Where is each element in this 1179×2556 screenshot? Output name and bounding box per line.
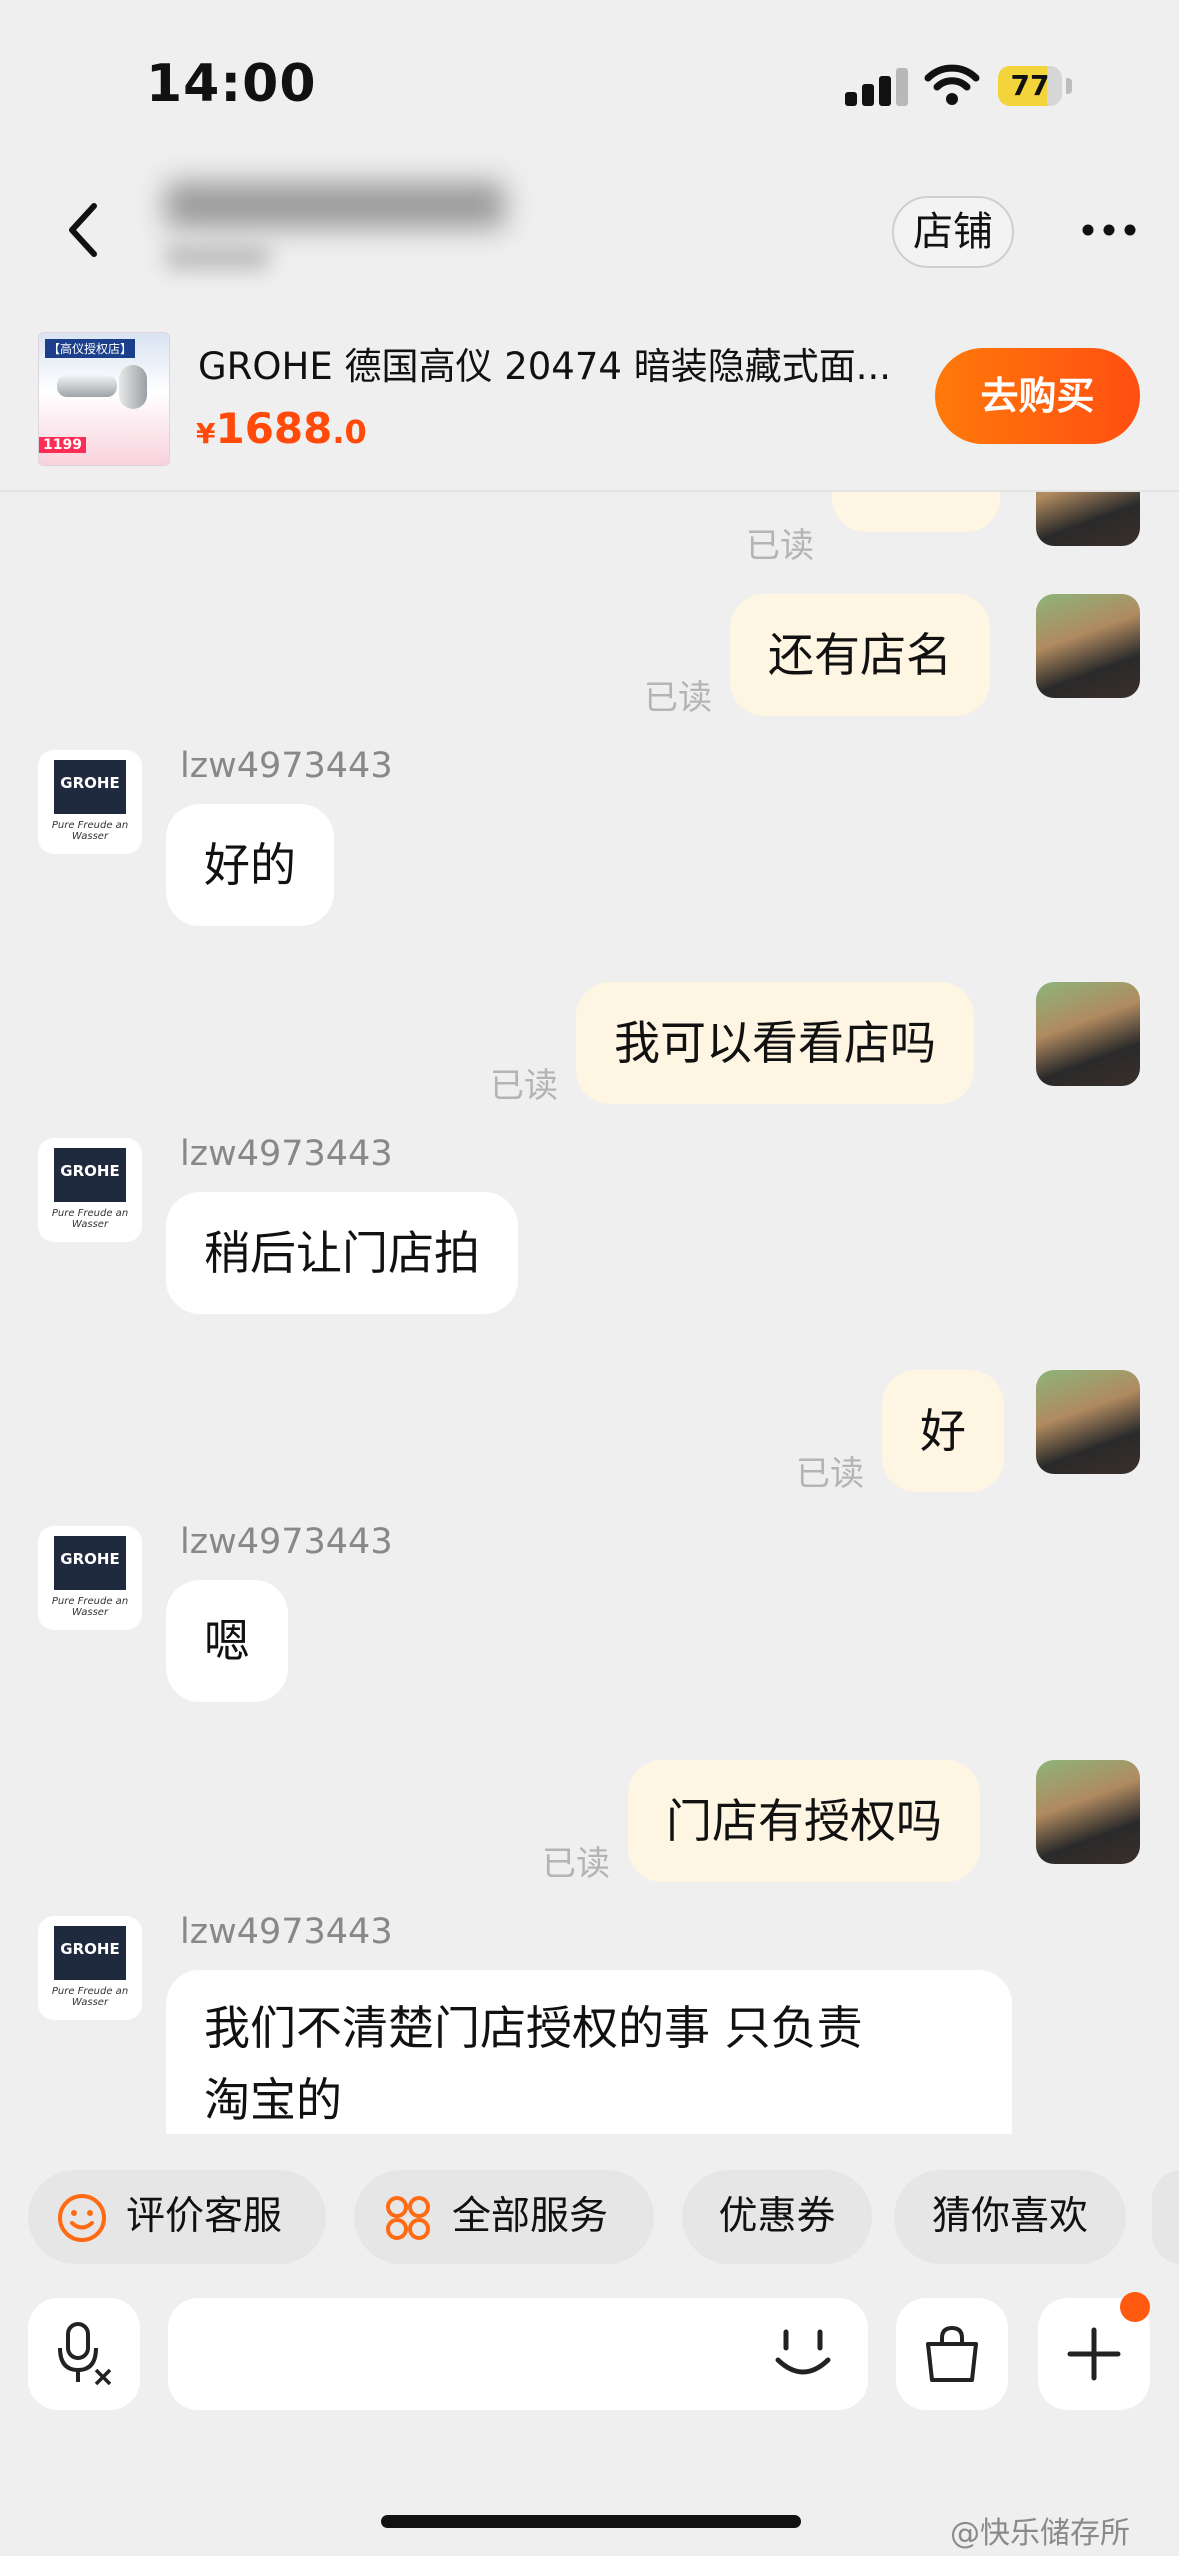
- coupon-chip[interactable]: 优惠券: [682, 2170, 872, 2264]
- read-receipt: 已读: [542, 1844, 610, 1884]
- product-title[interactable]: GROHE 德国高仪 20474 暗装隐藏式面...: [198, 336, 918, 390]
- my-avatar[interactable]: [1036, 982, 1140, 1086]
- shopping-bag-button[interactable]: [896, 2298, 1008, 2410]
- read-receipt: 已读: [746, 526, 814, 566]
- message-bubble-theirs[interactable]: 稍后让门店拍: [166, 1192, 518, 1314]
- buy-button[interactable]: 去购买: [935, 348, 1140, 444]
- more-options-icon[interactable]: [1080, 222, 1138, 238]
- grohe-logo: GROHE: [54, 1148, 126, 1202]
- my-avatar[interactable]: [1036, 492, 1140, 546]
- notification-dot: [1120, 2292, 1150, 2322]
- message-bubble-theirs[interactable]: 我们不清楚门店授权的事 只负责 淘宝的: [166, 1970, 1012, 2134]
- shopping-bag-icon: [926, 2325, 978, 2382]
- shop-subtitle-blurred: [165, 244, 270, 270]
- my-avatar[interactable]: [1036, 1370, 1140, 1474]
- seller-avatar[interactable]: GROHE Pure Freude an Wasser: [38, 1138, 142, 1242]
- microphone-icon: [58, 2322, 112, 2386]
- wifi-icon: [924, 64, 980, 105]
- product-price: ¥1688.0: [196, 404, 367, 453]
- my-avatar[interactable]: [1036, 594, 1140, 698]
- guess-you-like-chip[interactable]: 猜你喜欢: [894, 2170, 1126, 2264]
- faucet-spout: [57, 375, 117, 397]
- sender-name: lzw4973443: [180, 1522, 393, 1562]
- message-bubble-mine[interactable]: 好: [882, 1370, 1004, 1492]
- grohe-logo: GROHE: [54, 1926, 126, 1980]
- all-services-chip[interactable]: 全部服务: [354, 2170, 654, 2264]
- rate-service-chip[interactable]: 评价客服: [28, 2170, 326, 2264]
- grohe-logo: GROHE: [54, 1536, 126, 1590]
- sender-name: lzw4973443: [180, 1912, 393, 1952]
- sender-name: lzw4973443: [180, 746, 393, 786]
- cellular-signal-icon: [845, 68, 908, 106]
- shop-name-blurred[interactable]: [165, 182, 505, 228]
- more-chip-partial[interactable]: [1152, 2170, 1179, 2264]
- faucet-handle: [119, 365, 147, 409]
- read-receipt: 已读: [796, 1454, 864, 1494]
- read-receipt: 已读: [644, 678, 712, 718]
- message-bubble-mine[interactable]: 还有店名: [730, 594, 990, 716]
- status-time: 14:00: [146, 54, 317, 114]
- my-avatar[interactable]: [1036, 1760, 1140, 1864]
- read-receipt: 已读: [490, 1066, 558, 1106]
- seller-avatar[interactable]: GROHE Pure Freude an Wasser: [38, 750, 142, 854]
- sender-name: lzw4973443: [180, 1134, 393, 1174]
- emoji-icon[interactable]: [772, 2326, 834, 2382]
- back-arrow-icon[interactable]: [64, 200, 104, 260]
- battery-level: 77: [1010, 69, 1050, 102]
- plus-icon: [1067, 2327, 1121, 2381]
- watermark: @快乐储存所: [950, 2516, 1130, 2551]
- voice-input-button[interactable]: [28, 2298, 140, 2410]
- message-input[interactable]: [168, 2298, 868, 2410]
- thumb-badge: 【高仪授权店】: [45, 339, 136, 358]
- add-more-button[interactable]: [1038, 2292, 1150, 2410]
- message-bubble-theirs[interactable]: 嗯: [166, 1580, 288, 1702]
- battery-icon: 77: [998, 66, 1074, 106]
- services-grid-icon: [386, 2196, 430, 2240]
- message-bubble-mine[interactable]: 门店有授权吗: [628, 1760, 980, 1882]
- smile-icon: [58, 2194, 106, 2242]
- message-bubble-theirs[interactable]: 好的: [166, 804, 334, 926]
- chat-list[interactable]: 嗯嗯 已读 还有店名 已读 GROHE Pure Freude an Wasse…: [0, 492, 1179, 2134]
- shop-button[interactable]: 店铺: [892, 196, 1014, 268]
- seller-avatar[interactable]: GROHE Pure Freude an Wasser: [38, 1526, 142, 1630]
- grohe-logo: GROHE: [54, 760, 126, 814]
- product-thumbnail[interactable]: 【高仪授权店】 1199: [38, 332, 170, 466]
- message-bubble-mine[interactable]: 我可以看看店吗: [576, 982, 974, 1104]
- thumb-price: 1199: [39, 437, 86, 453]
- seller-avatar[interactable]: GROHE Pure Freude an Wasser: [38, 1916, 142, 2020]
- home-indicator: [381, 2515, 801, 2528]
- message-bubble-mine[interactable]: 嗯嗯: [832, 492, 1000, 532]
